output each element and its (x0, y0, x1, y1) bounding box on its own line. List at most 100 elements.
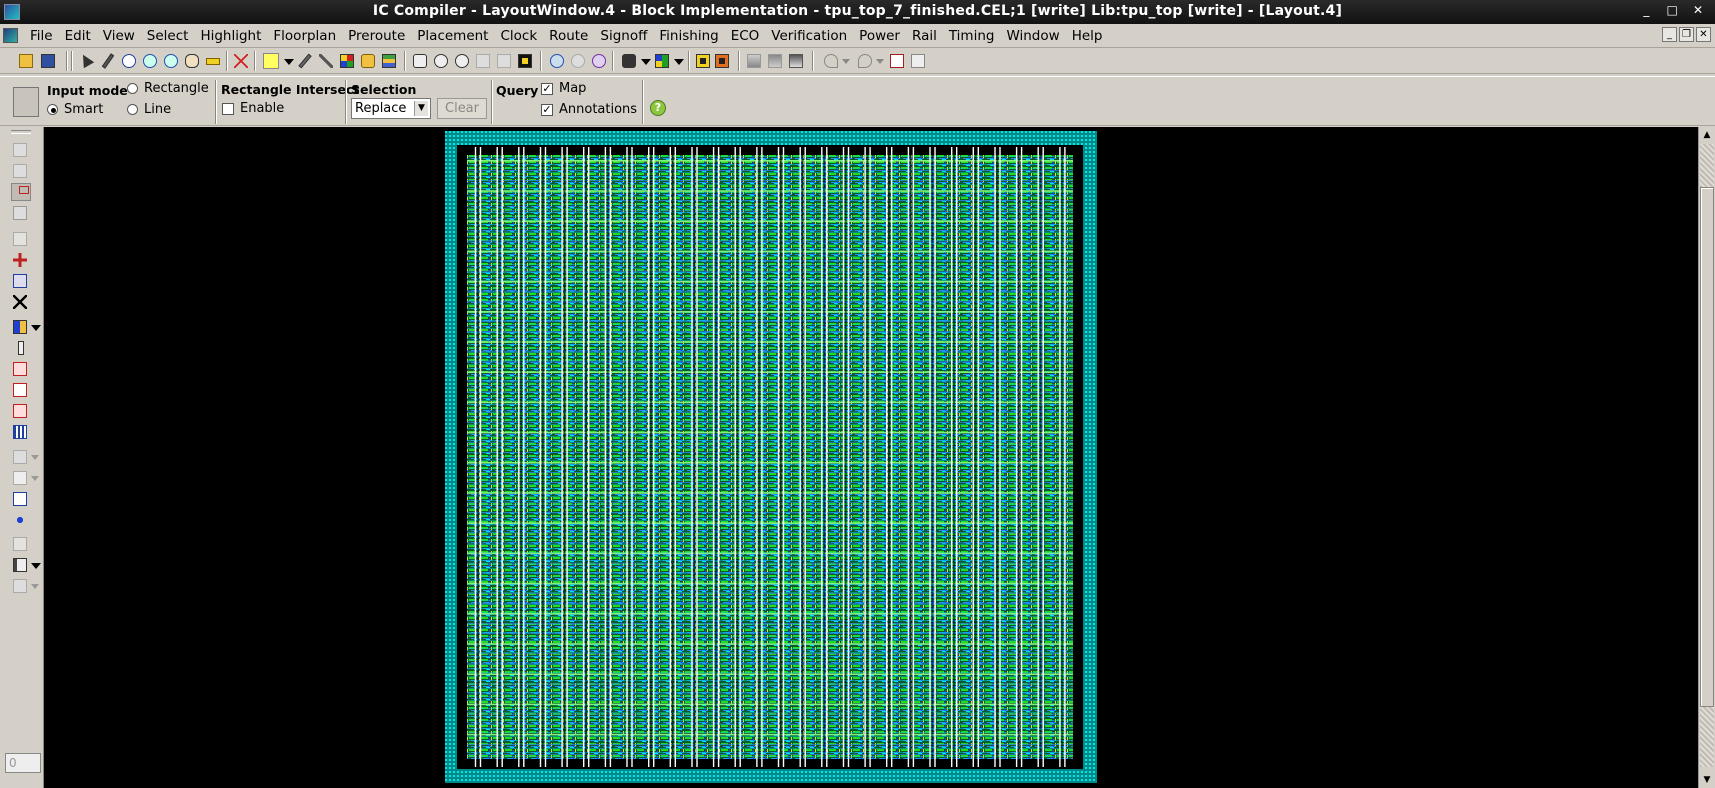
save-button[interactable] (39, 52, 57, 70)
menu-signoff[interactable]: Signoff (594, 27, 653, 45)
zoom-selection-icon[interactable] (516, 52, 534, 70)
pencil-icon[interactable] (99, 52, 117, 70)
open-file-button[interactable] (17, 52, 35, 70)
selection-mode-select[interactable]: Replace ▼ (351, 98, 431, 119)
via-icon[interactable] (11, 511, 31, 529)
chip-layout[interactable] (445, 131, 1097, 783)
blockage-icon[interactable] (11, 577, 31, 595)
route-net-icon[interactable] (11, 360, 31, 378)
refresh-view-icon[interactable] (590, 52, 608, 70)
chevron-down-icon[interactable] (31, 448, 41, 466)
clear-rulers-icon[interactable] (232, 52, 250, 70)
rectangle-radio[interactable] (127, 83, 138, 94)
input-mode-rectangle[interactable]: Rectangle (127, 81, 209, 96)
scroll-track[interactable] (1700, 144, 1714, 187)
go-back-icon[interactable] (548, 52, 566, 70)
chevron-down-icon[interactable] (31, 318, 41, 336)
menu-finishing[interactable]: Finishing (653, 27, 724, 45)
bookmark-icon[interactable] (888, 52, 906, 70)
zoom-fit-icon[interactable] (411, 52, 429, 70)
stack-icon[interactable] (11, 141, 31, 159)
mdi-restore-button[interactable]: ❐ (1679, 27, 1694, 42)
chevron-down-icon[interactable] (670, 52, 688, 70)
array-icon[interactable] (11, 423, 31, 441)
stretch-icon[interactable] (11, 381, 31, 399)
menu-timing[interactable]: Timing (943, 27, 1001, 45)
zoom-in-icon[interactable] (141, 52, 159, 70)
smart-radio[interactable] (47, 104, 58, 115)
menu-verification[interactable]: Verification (765, 27, 853, 45)
rectangle-intersect-enable[interactable]: Enable (222, 101, 284, 116)
scroll-track[interactable] (1700, 707, 1714, 767)
vertical-scrollbar[interactable]: ▲ ▼ (1698, 127, 1715, 788)
layers-icon[interactable] (380, 52, 398, 70)
chevron-down-icon[interactable] (838, 52, 856, 70)
layout-view-icon[interactable] (653, 52, 671, 70)
clear-highlight-icon[interactable] (317, 52, 335, 70)
hierarchy-view-icon[interactable] (713, 52, 731, 70)
menu-highlight[interactable]: Highlight (194, 27, 267, 45)
chevron-down-icon[interactable] (31, 556, 41, 574)
minimize-button[interactable]: _ (1635, 3, 1657, 17)
menu-rail[interactable]: Rail (906, 27, 943, 45)
scroll-thumb[interactable] (1700, 187, 1714, 707)
menu-edit[interactable]: Edit (59, 27, 97, 45)
info-icon[interactable] (120, 52, 138, 70)
unstack-icon[interactable] (11, 162, 31, 180)
menu-select[interactable]: Select (141, 27, 195, 45)
highlight-pen-icon[interactable] (296, 52, 314, 70)
align-icon[interactable] (11, 204, 31, 222)
push-down-icon[interactable] (745, 52, 763, 70)
menu-preroute[interactable]: Preroute (342, 27, 411, 45)
go-forward-icon[interactable] (569, 52, 587, 70)
menu-help[interactable]: Help (1066, 27, 1109, 45)
split-icon[interactable] (11, 339, 31, 357)
net-color-icon[interactable] (338, 52, 356, 70)
pop-up-icon[interactable] (766, 52, 784, 70)
menu-power[interactable]: Power (853, 27, 906, 45)
input-mode-smart[interactable]: Smart (47, 102, 103, 117)
chevron-down-icon[interactable] (31, 469, 41, 487)
menu-view[interactable]: View (97, 27, 141, 45)
menu-eco[interactable]: ECO (725, 27, 766, 45)
rotate-icon[interactable] (11, 448, 31, 466)
zoom-previous-icon[interactable] (474, 52, 492, 70)
menu-clock[interactable]: Clock (494, 27, 543, 45)
resize-icon[interactable] (11, 230, 31, 248)
map-checkbox[interactable]: ✓ (541, 82, 553, 95)
mdi-close-button[interactable]: ✕ (1696, 27, 1711, 42)
help-icon[interactable]: ? (650, 100, 666, 116)
select-region-icon[interactable] (11, 183, 31, 201)
pointer-mode-icon[interactable] (13, 87, 39, 117)
zoom-2x-icon[interactable] (432, 52, 450, 70)
reshape-icon[interactable] (11, 402, 31, 420)
line-radio[interactable] (127, 104, 138, 115)
pop-top-icon[interactable] (787, 52, 805, 70)
group-icon[interactable] (11, 535, 31, 553)
menu-floorplan[interactable]: Floorplan (267, 27, 342, 45)
pan-hand-icon[interactable] (183, 52, 201, 70)
chevron-down-icon[interactable] (31, 577, 41, 595)
input-mode-line[interactable]: Line (127, 102, 171, 117)
query-map[interactable]: ✓ Map (541, 81, 586, 96)
cell-view-icon[interactable] (694, 52, 712, 70)
camera-icon[interactable] (620, 52, 638, 70)
clear-bookmarks-icon[interactable] (909, 52, 927, 70)
annotations-checkbox[interactable]: ✓ (541, 103, 553, 116)
query-annotations[interactable]: ✓ Annotations (541, 102, 637, 117)
zoom-area-icon[interactable] (453, 52, 471, 70)
document-icon[interactable] (3, 28, 18, 43)
zoom-next-icon[interactable] (495, 52, 513, 70)
scroll-down-arrow[interactable]: ▼ (1700, 773, 1714, 787)
create-cell-icon[interactable] (11, 318, 31, 336)
menu-window[interactable]: Window (1000, 27, 1065, 45)
zoom-out-icon[interactable] (162, 52, 180, 70)
close-button[interactable]: ✕ (1687, 3, 1709, 17)
highlight-color-icon[interactable] (262, 52, 280, 70)
menu-file[interactable]: File (24, 27, 59, 45)
move-icon[interactable] (11, 251, 31, 269)
layout-canvas[interactable] (44, 127, 1698, 788)
ruler-icon[interactable] (204, 52, 222, 70)
clear-button[interactable]: Clear (437, 98, 487, 119)
copy-icon[interactable] (11, 272, 31, 290)
